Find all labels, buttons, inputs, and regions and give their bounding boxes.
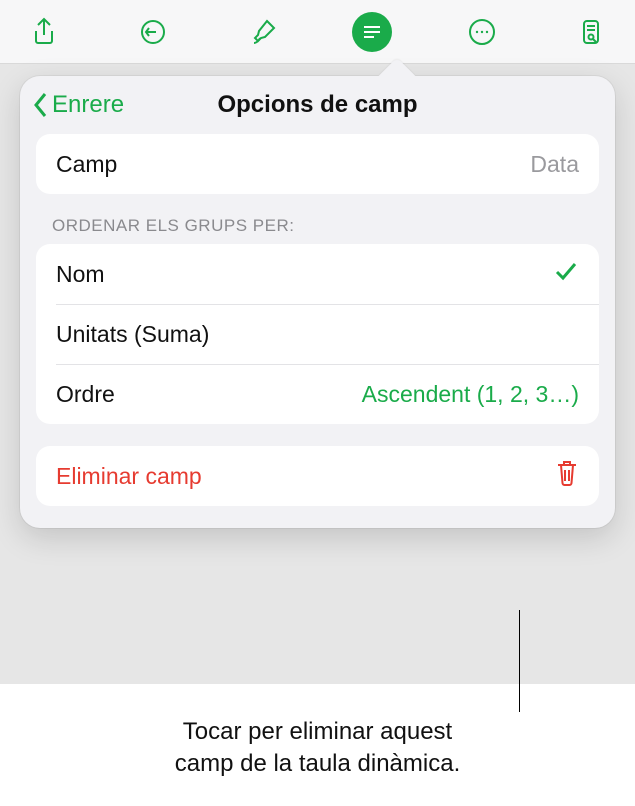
field-group: Camp Data <box>36 134 599 194</box>
order-row[interactable]: Ordre Ascendent (1, 2, 3…) <box>36 364 599 424</box>
panel-title: Opcions de camp <box>217 91 417 119</box>
field-options-panel: Enrere Opcions de camp Camp Data Ordenar… <box>20 76 615 528</box>
toolbar <box>0 0 635 64</box>
field-value: Data <box>530 151 579 178</box>
callout-line <box>519 610 520 712</box>
sort-option-units[interactable]: Unitats (Suma) <box>36 304 599 364</box>
document-view-icon[interactable] <box>571 12 611 52</box>
sort-section-label: Ordenar els grups per: <box>52 216 583 236</box>
delete-label: Eliminar camp <box>56 463 202 490</box>
format-brush-icon[interactable] <box>243 12 283 52</box>
checkmark-icon <box>553 258 579 290</box>
delete-field-button[interactable]: Eliminar camp <box>36 446 599 506</box>
back-label: Enrere <box>52 91 124 119</box>
panel-header: Enrere Opcions de camp <box>20 76 615 134</box>
undo-icon[interactable] <box>133 12 173 52</box>
caption-line2: camp de la taula dinàmica. <box>175 750 461 777</box>
back-button[interactable]: Enrere <box>32 76 124 134</box>
text-lines-icon[interactable] <box>352 12 392 52</box>
caption: Tocar per eliminar aquest camp de la tau… <box>0 716 635 781</box>
sort-option-name[interactable]: Nom <box>36 244 599 304</box>
more-icon[interactable] <box>462 12 502 52</box>
order-value: Ascendent (1, 2, 3…) <box>362 381 579 408</box>
field-row[interactable]: Camp Data <box>36 134 599 194</box>
sort-option-label: Nom <box>56 261 105 288</box>
share-icon[interactable] <box>24 12 64 52</box>
order-label: Ordre <box>56 381 115 408</box>
sort-option-label: Unitats (Suma) <box>56 321 209 348</box>
caption-line1: Tocar per eliminar aquest <box>183 718 452 745</box>
delete-group: Eliminar camp <box>36 446 599 506</box>
field-label: Camp <box>56 151 117 178</box>
trash-icon <box>555 459 579 493</box>
sort-group: Nom Unitats (Suma) Ordre Ascendent (1, 2… <box>36 244 599 424</box>
